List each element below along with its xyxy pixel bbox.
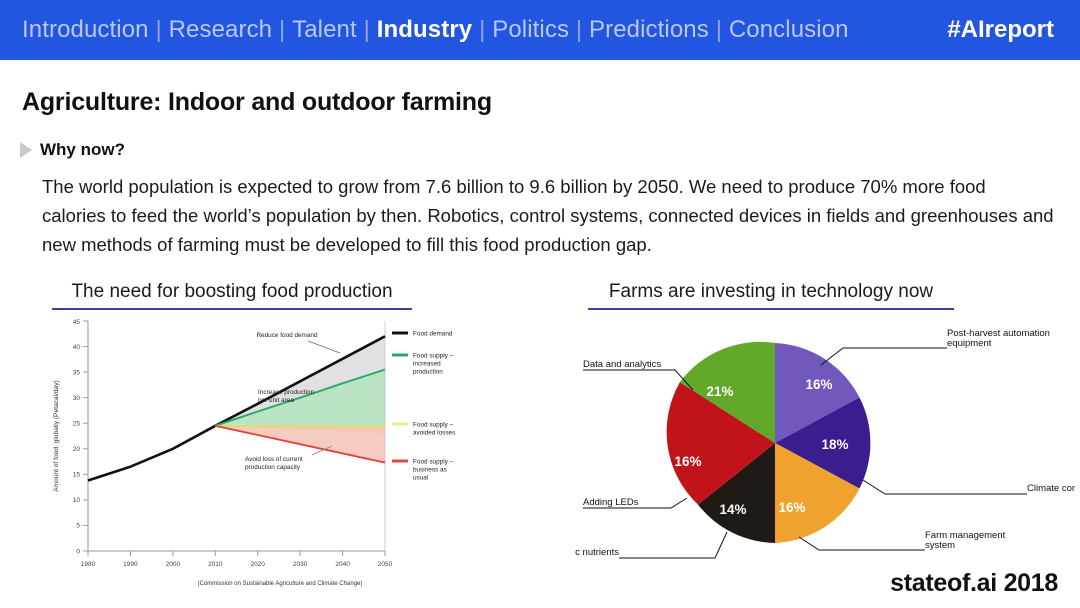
svg-text:35: 35	[73, 369, 81, 376]
nav-item-list: Introduction | Research | Talent | Indus…	[22, 16, 947, 44]
right-chart-title: Farms are investing in technology now	[588, 281, 954, 310]
svg-text:production capacity: production capacity	[245, 464, 301, 471]
section-heading-label: Why now?	[40, 140, 125, 159]
pie-label-data-and-analytics: Data and analytics	[583, 359, 661, 370]
svg-text:Avoid loss of current: Avoid loss of current	[245, 456, 303, 463]
line-chart-svg: 0 5 10 15 20 25 30 35 40 45 Amount of fo…	[40, 313, 470, 598]
pie-value-farm-management: 16%	[778, 500, 805, 515]
svg-text:25: 25	[73, 421, 81, 428]
annotation-reduce-food-demand: Reduce food demand	[256, 332, 318, 339]
svg-text:2010: 2010	[208, 561, 223, 568]
nav-separator: |	[479, 16, 486, 42]
pie-chart-svg: 16% 18% 16% 14% 16% 21% Post-harvest aut…	[575, 318, 1075, 588]
triangle-bullet-icon	[20, 142, 32, 158]
svg-text:1980: 1980	[81, 561, 96, 568]
svg-text:increased: increased	[413, 361, 441, 368]
svg-text:Food supply –: Food supply –	[413, 459, 454, 466]
svg-text:30: 30	[73, 395, 81, 402]
pie-value-climate-control: 18%	[821, 437, 848, 452]
svg-text:equipment: equipment	[947, 338, 992, 349]
nav-item-research[interactable]: Research	[169, 16, 273, 44]
svg-text:15: 15	[73, 472, 81, 479]
pie-value-data-analytics: 21%	[706, 384, 733, 399]
nav-separator: |	[576, 16, 583, 42]
food-production-line-chart: 0 5 10 15 20 25 30 35 40 45 Amount of fo…	[40, 313, 470, 598]
pie-value-adding-leds: 16%	[674, 454, 701, 469]
svg-text:Increase production: Increase production	[258, 389, 315, 396]
legend-label-avoided-losses: Food supply – avoided losses	[413, 422, 455, 437]
pie-value-post-harvest: 16%	[805, 377, 832, 392]
svg-text:2030: 2030	[293, 561, 308, 568]
nav-item-introduction[interactable]: Introduction	[22, 16, 149, 44]
svg-text:production: production	[413, 369, 443, 376]
nav-item-conclusion[interactable]: Conclusion	[729, 16, 849, 44]
svg-text:1990: 1990	[123, 561, 138, 568]
pie-value-organic-nutrients: 14%	[719, 502, 746, 517]
svg-text:2050: 2050	[378, 561, 393, 568]
nav-item-politics[interactable]: Politics	[492, 16, 569, 44]
svg-text:per unit area: per unit area	[258, 397, 294, 404]
farm-technology-pie-chart: 16% 18% 16% 14% 16% 21% Post-harvest aut…	[575, 318, 1075, 588]
svg-text:5: 5	[76, 523, 80, 530]
nav-separator: |	[279, 16, 286, 42]
nav-separator: |	[155, 16, 162, 42]
brand-footer: stateof.ai 2018	[890, 569, 1058, 597]
svg-text:2000: 2000	[166, 561, 181, 568]
chart-source-caption: (Commission on Sustainable Agriculture a…	[198, 581, 363, 587]
page-title: Agriculture: Indoor and outdoor farming	[22, 88, 492, 116]
nav-item-industry[interactable]: Industry	[377, 16, 472, 44]
body-paragraph: The world population is expected to grow…	[42, 176, 1054, 255]
pie-label-adding-leds: Adding LEDs	[583, 497, 639, 508]
pie-label-climate-control: Climate control system	[1027, 483, 1075, 494]
svg-text:Food supply –: Food supply –	[413, 353, 454, 360]
pie-label-organic-nutrients: Organic nutrients	[575, 547, 619, 558]
top-navigation-bar: Introduction | Research | Talent | Indus…	[0, 0, 1080, 60]
left-chart-title: The need for boosting food production	[52, 281, 412, 310]
nav-separator: |	[363, 16, 370, 42]
nav-separator: |	[715, 16, 722, 42]
report-hashtag: #AIreport	[947, 16, 1054, 43]
svg-text:10: 10	[73, 497, 81, 504]
nav-item-talent[interactable]: Talent	[292, 16, 357, 44]
svg-text:system: system	[925, 540, 955, 551]
svg-text:0: 0	[76, 548, 80, 555]
y-axis-title: Amount of food, globally (Petacal/day)	[53, 380, 60, 491]
section-heading: Why now?	[20, 140, 125, 160]
svg-text:2040: 2040	[335, 561, 350, 568]
svg-text:business as: business as	[413, 467, 447, 474]
svg-text:45: 45	[73, 319, 81, 326]
svg-text:20: 20	[73, 446, 81, 453]
svg-text:40: 40	[73, 344, 81, 351]
svg-text:Food supply –: Food supply –	[413, 422, 454, 429]
nav-item-predictions[interactable]: Predictions	[589, 16, 709, 44]
svg-text:avoided losses: avoided losses	[413, 430, 455, 437]
svg-text:usual: usual	[413, 475, 428, 482]
legend-label-food-demand: Food demand	[413, 331, 453, 338]
svg-text:2020: 2020	[250, 561, 265, 568]
